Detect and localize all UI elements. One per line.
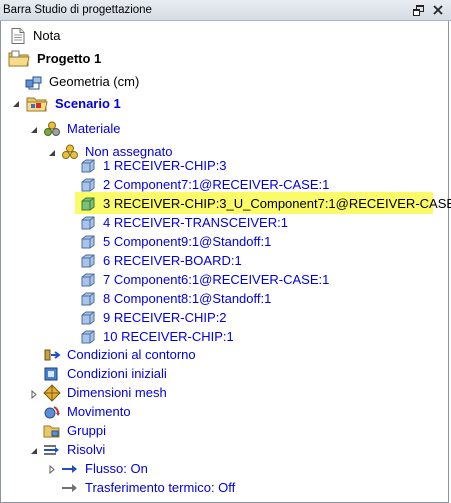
tree-item-gruppi[interactable]: Gruppi [43,421,108,440]
close-icon[interactable] [431,3,445,17]
tree-item-label: Progetto 1 [37,51,102,66]
heat-transfer-icon [61,479,79,497]
component-item[interactable]: 10 RECEIVER-CHIP:1 [79,327,236,346]
expand-arrow-icon[interactable] [29,390,38,399]
part-cube-icon [79,328,97,346]
unassigned-materials-icon [61,143,79,161]
component-label: 2 Component7:1@RECEIVER-CASE:1 [103,177,330,192]
solve-icon [43,441,61,459]
component-label: 4 RECEIVER-TRANSCEIVER:1 [103,215,288,230]
tree-item-label: Dimensioni mesh [67,385,167,400]
expand-arrow-icon[interactable] [47,465,56,474]
collapse-arrow-icon[interactable] [29,125,38,134]
tree-item-label: Geometria (cm) [49,74,140,89]
component-item[interactable]: 6 RECEIVER-BOARD:1 [79,251,244,270]
tree-item-progetto[interactable]: Progetto 1 [7,49,103,68]
panel-title: Barra Studio di progettazione [3,4,152,16]
tree-item-materiale[interactable]: Materiale [43,119,122,138]
component-label: 5 Component9:1@Standoff:1 [103,234,272,249]
tree-item-movimento[interactable]: Movimento [43,402,133,421]
collapse-arrow-icon[interactable] [29,446,38,455]
part-cube-icon [79,309,97,327]
materials-icon [43,120,61,138]
float-window-icon[interactable] [411,3,425,17]
component-item[interactable]: 1 RECEIVER-CHIP:3 [79,156,229,175]
part-cube-icon [79,195,97,213]
mesh-size-icon [43,383,61,402]
tree-item-label: Trasferimento termico: Off [85,480,236,495]
project-folder-icon [7,50,31,68]
component-label: 6 RECEIVER-BOARD:1 [103,253,242,268]
part-cube-icon [79,290,97,308]
part-cube-icon [79,252,97,270]
tree-item-label: Nota [33,28,61,43]
tree-item-flusso[interactable]: Flusso: On [61,459,150,478]
part-cube-icon [79,157,97,175]
component-item[interactable]: 9 RECEIVER-CHIP:2 [79,308,229,327]
component-label: 3 RECEIVER-CHIP:3_U_Component7:1@RECEIVE… [103,196,451,211]
part-cube-icon [79,214,97,232]
component-item-selected[interactable]: 3 RECEIVER-CHIP:3_U_Component7:1@RECEIVE… [79,194,451,213]
component-label: 1 RECEIVER-CHIP:3 [103,158,227,173]
tree-item-label: Flusso: On [85,461,148,476]
tree-item-scenario[interactable]: Scenario 1 [25,94,123,113]
tree-item-risolvi[interactable]: Risolvi [43,440,107,459]
component-item[interactable]: 8 Component8:1@Standoff:1 [79,289,273,308]
tree-item-label: Movimento [67,404,131,419]
initial-conditions-icon [43,365,61,383]
note-icon [9,27,27,45]
tree-item-nota[interactable]: Nota [9,26,62,45]
tree-item-label: Risolvi [67,442,106,457]
component-item[interactable]: 7 Component6:1@RECEIVER-CASE:1 [79,270,331,289]
tree-item-label: Condizioni al contorno [67,347,196,362]
tree-item-label: Gruppi [67,423,107,438]
tree-item-label: Condizioni iniziali [67,366,167,381]
tree-item-geometria[interactable]: Geometria (cm) [25,72,141,91]
component-item[interactable]: 5 Component9:1@Standoff:1 [79,232,273,251]
tree-item-dimensioni-mesh[interactable]: Dimensioni mesh [43,383,169,402]
component-label: 9 RECEIVER-CHIP:2 [103,310,227,325]
geometry-icon [25,73,43,91]
tree-item-condizioni-contorno[interactable]: Condizioni al contorno [43,345,198,364]
collapse-arrow-icon[interactable] [11,99,20,108]
tree-item-condizioni-iniziali[interactable]: Condizioni iniziali [43,364,169,383]
part-cube-icon [79,271,97,289]
part-cube-icon [79,176,97,194]
component-label: 8 Component8:1@Standoff:1 [103,291,272,306]
collapse-arrow-icon[interactable] [47,148,56,157]
tree-item-trasferimento[interactable]: Trasferimento termico: Off [61,478,237,497]
component-label: 7 Component6:1@RECEIVER-CASE:1 [103,272,330,287]
component-item[interactable]: 4 RECEIVER-TRANSCEIVER:1 [79,213,290,232]
groups-icon [43,422,61,440]
boundary-conditions-icon [43,346,61,364]
part-cube-icon [79,233,97,251]
component-label: 10 RECEIVER-CHIP:1 [103,329,234,344]
panel-titlebar: Barra Studio di progettazione [0,0,451,21]
flow-icon [61,460,79,478]
design-study-tree: Nota Progetto 1 Geometria (cm) Scenario … [0,21,451,503]
tree-item-label: Scenario 1 [55,96,121,111]
tree-item-label: Materiale [67,121,121,136]
motion-icon [43,403,61,421]
scenario-folder-icon [25,95,49,113]
